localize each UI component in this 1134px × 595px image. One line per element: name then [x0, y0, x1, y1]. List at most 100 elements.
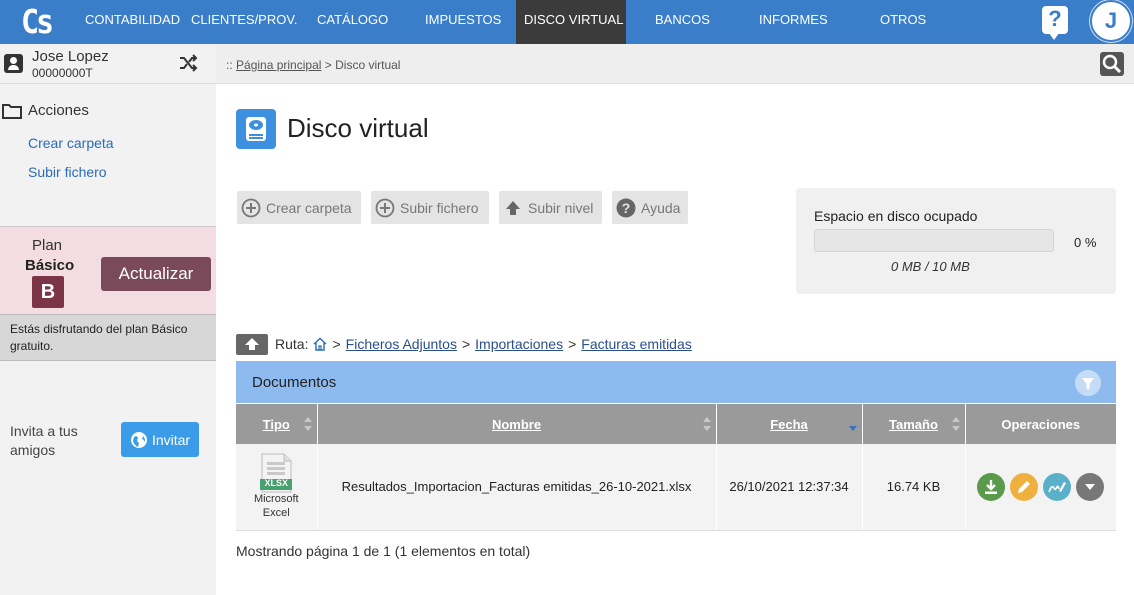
upload-file-label: Subir fichero	[400, 199, 479, 216]
chevron-down-icon	[1085, 483, 1096, 490]
operations-cell	[965, 444, 1116, 531]
user-id: 00000000T	[32, 66, 93, 80]
breadcrumb-current: Disco virtual	[335, 58, 401, 72]
plan-name: Básico	[25, 257, 75, 274]
search-icon	[1102, 54, 1122, 74]
plus-circle-icon	[241, 198, 261, 217]
breadcrumb: :: Página principal > Disco virtual	[226, 58, 400, 72]
file-name[interactable]: Resultados_Importacion_Facturas emitidas…	[317, 444, 717, 531]
sort-icon	[951, 417, 960, 431]
route-up-button[interactable]	[236, 333, 268, 355]
plus-circle-icon	[375, 198, 395, 217]
edit-button[interactable]	[1010, 472, 1039, 501]
file-size: 16.74 KB	[862, 444, 966, 531]
nav-item-contabilidad[interactable]: CONTABILIDAD	[85, 0, 180, 44]
route-link-facturas-emitidas[interactable]: Facturas emitidas	[581, 336, 691, 352]
more-options-button[interactable]	[1076, 472, 1105, 501]
filter-icon	[1082, 378, 1094, 389]
column-header-operaciones: Operaciones	[965, 404, 1116, 444]
disk-usage-bar	[814, 229, 1054, 252]
help-icon[interactable]: ?	[1042, 6, 1068, 40]
disk-usage-percent: 0 %	[1074, 235, 1097, 250]
globe-icon	[130, 431, 147, 448]
file-date: 26/10/2021 12:37:34	[716, 444, 863, 531]
create-folder-label: Crear carpeta	[266, 199, 352, 216]
nav-item-catalogo[interactable]: CATÁLOGO	[317, 0, 388, 44]
nav-item-impuestos[interactable]: IMPUESTOS	[425, 0, 501, 44]
download-icon	[985, 479, 998, 494]
column-header-fecha[interactable]: Fecha	[716, 404, 863, 444]
route-link-importaciones[interactable]: Importaciones	[475, 336, 563, 352]
avatar[interactable]: J	[1090, 0, 1132, 42]
page-title: Disco virtual	[287, 113, 429, 143]
route: Ruta: > Ficheros Adjuntos > Importacione…	[236, 333, 692, 355]
file-type-cell: XLSX Microsoft Excel	[236, 444, 318, 531]
breadcrumb-separator: >	[324, 58, 332, 72]
hard-drive-icon	[236, 109, 276, 149]
table-row[interactable]: XLSX Microsoft Excel Resultados_Importac…	[236, 444, 1116, 531]
top-nav: Cs CONTABILIDAD CLIENTES/PROV. CATÁLOGO …	[0, 0, 1134, 44]
sort-icon	[702, 417, 711, 431]
column-header-nombre[interactable]: Nombre	[317, 404, 717, 444]
disk-usage-text: 0 MB / 10 MB	[891, 259, 970, 274]
up-level-button[interactable]: Subir nivel	[499, 191, 602, 224]
documents-header: Documentos	[236, 361, 1116, 403]
plan-note: Estás disfrutando del plan Básico gratui…	[0, 314, 216, 361]
invite-button-label: Invitar	[151, 431, 191, 448]
arrow-up-icon	[506, 200, 520, 215]
create-folder-button[interactable]: Crear carpeta	[237, 191, 361, 224]
svg-text:?: ?	[622, 200, 631, 216]
user-card-icon	[4, 54, 23, 73]
breadcrumb-home-link[interactable]: Página principal	[236, 58, 321, 72]
folder-icon	[2, 103, 22, 119]
disk-usage-box: Espacio en disco ocupado 0 % 0 MB / 10 M…	[796, 188, 1116, 294]
help-button[interactable]: ? Ayuda	[612, 191, 688, 224]
plan-box: Plan Básico B Actualizar	[0, 226, 216, 314]
invite-text: Invita a tus amigos	[10, 423, 78, 458]
nav-item-informes[interactable]: INFORMES	[759, 0, 828, 44]
pencil-icon	[1018, 480, 1031, 493]
user-name: Jose Lopez	[32, 48, 109, 65]
nav-item-otros[interactable]: OTROS	[880, 0, 926, 44]
actions-title: Acciones	[2, 102, 89, 119]
route-separator: >	[461, 336, 471, 352]
invite-button[interactable]: Invitar	[121, 422, 199, 457]
arrow-up-icon	[245, 338, 259, 350]
app-logo[interactable]: Cs	[0, 0, 72, 44]
search-button[interactable]	[1100, 52, 1124, 76]
nav-item-bancos[interactable]: BANCOS	[655, 0, 710, 44]
plan-label: Plan	[32, 237, 63, 254]
disk-usage-title: Espacio en disco ocupado	[814, 208, 978, 224]
route-separator: >	[568, 336, 577, 352]
documents-table: Tipo Nombre Fecha Tamaño Operaciones XLS…	[236, 404, 1116, 531]
actions-label: Acciones	[28, 102, 89, 119]
column-header-tamano[interactable]: Tamaño	[862, 404, 966, 444]
sidebar: Jose Lopez 00000000T Acciones Crear carp…	[0, 44, 216, 595]
sort-icon	[303, 417, 312, 431]
sidebar-link-upload-file[interactable]: Subir fichero	[28, 164, 107, 180]
route-separator: >	[332, 336, 341, 352]
xlsx-label: XLSX	[264, 478, 288, 489]
help-label: Ayuda	[641, 199, 681, 216]
download-button[interactable]	[977, 472, 1006, 501]
upload-file-button[interactable]: Subir fichero	[371, 191, 489, 224]
pagination-info: Mostrando página 1 de 1 (1 elementos en …	[236, 543, 531, 559]
switch-company-icon[interactable]	[178, 53, 198, 73]
up-level-label: Subir nivel	[528, 199, 594, 216]
breadcrumb-bar: :: Página principal > Disco virtual	[216, 44, 1134, 84]
sign-button[interactable]	[1043, 472, 1072, 501]
route-label: Ruta:	[275, 336, 309, 352]
home-icon[interactable]	[313, 337, 327, 351]
column-header-tipo[interactable]: Tipo	[236, 404, 318, 444]
question-circle-icon: ?	[616, 198, 636, 217]
sidebar-link-create-folder[interactable]: Crear carpeta	[28, 135, 114, 151]
documents-title: Documentos	[252, 374, 337, 391]
nav-item-disco-virtual[interactable]: DISCO VIRTUAL	[516, 0, 626, 44]
filter-button[interactable]	[1075, 370, 1101, 396]
route-link-ficheros-adjuntos[interactable]: Ficheros Adjuntos	[346, 336, 457, 352]
upgrade-button[interactable]: Actualizar	[101, 257, 211, 291]
plan-badge: B	[32, 276, 64, 308]
user-box: Jose Lopez 00000000T	[0, 44, 216, 84]
signature-icon	[1048, 481, 1067, 493]
nav-item-clientes[interactable]: CLIENTES/PROV.	[191, 0, 297, 44]
